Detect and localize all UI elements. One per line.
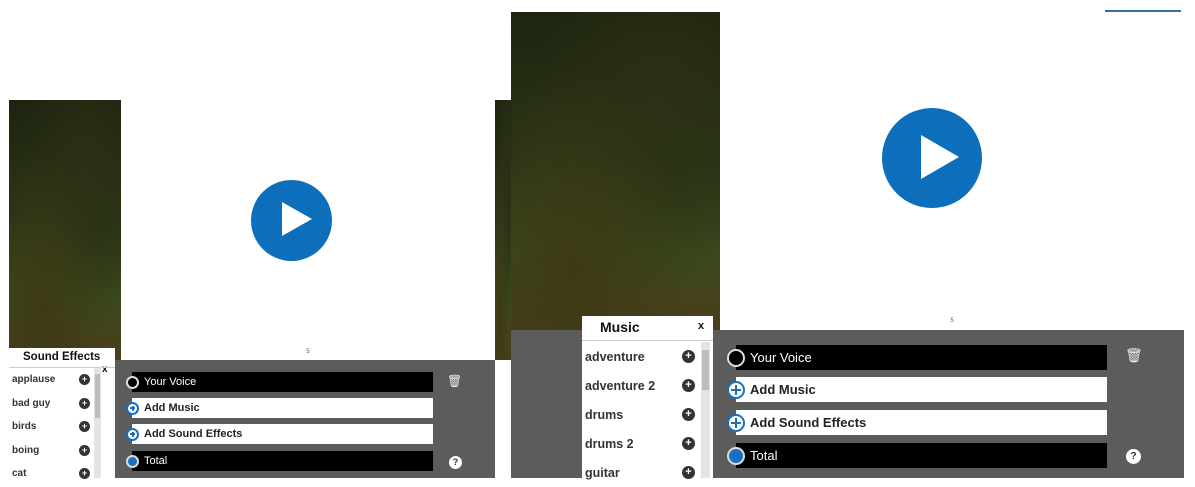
- left-add-sfx-plus-icon: [126, 427, 139, 441]
- sound-effects-list-item[interactable]: applause +: [9, 368, 115, 392]
- sound-effects-list-item[interactable]: birds +: [9, 415, 115, 439]
- left-total-dot-icon: [126, 454, 139, 468]
- right-track-your-voice[interactable]: Your Voice: [727, 345, 1107, 370]
- right-total-label: Total: [750, 448, 778, 463]
- music-add-plus-icon[interactable]: +: [682, 379, 695, 392]
- right-video-player[interactable]: 5: [720, 12, 1184, 330]
- right-add-sfx-label: Add Sound Effects: [750, 415, 867, 430]
- right-track-add-music[interactable]: Add Music: [727, 377, 1107, 402]
- sound-effects-item-label: applause: [12, 374, 56, 386]
- music-title: Music: [600, 319, 640, 335]
- sound-effects-add-plus-icon[interactable]: +: [79, 421, 90, 433]
- right-audio-mixer: Your Voice 🗑 Add Music Add Sound Effects…: [720, 330, 1184, 478]
- left-add-sfx-label: Add Sound Effects: [144, 428, 243, 440]
- sound-effects-list-item[interactable]: bad guy +: [9, 392, 115, 416]
- left-trash-icon[interactable]: 🗑: [447, 374, 462, 388]
- right-help-icon[interactable]: ?: [1126, 449, 1141, 464]
- music-list-item[interactable]: adventure 2 +: [582, 371, 713, 400]
- right-track-add-sfx[interactable]: Add Sound Effects: [727, 410, 1107, 435]
- right-trash-icon[interactable]: 🗑: [1125, 348, 1143, 364]
- music-item-label: adventure: [585, 349, 645, 364]
- left-play-button[interactable]: [251, 180, 332, 261]
- music-divider: [582, 340, 713, 341]
- music-item-label: adventure 2: [585, 378, 656, 393]
- right-add-music-label: Add Music: [750, 382, 816, 397]
- right-voice-label: Your Voice: [750, 350, 812, 365]
- sound-effects-panel: Sound Effects x applause + bad guy + birds + b…: [9, 348, 115, 480]
- left-help-icon[interactable]: ?: [449, 456, 462, 469]
- music-add-plus-icon[interactable]: +: [682, 466, 695, 479]
- music-close-icon[interactable]: x: [698, 320, 704, 332]
- left-voice-dot-icon: [126, 375, 139, 389]
- left-scene-background: [9, 100, 121, 360]
- sound-effects-add-plus-icon[interactable]: +: [79, 444, 90, 456]
- sound-effects-item-label: bad guy: [12, 397, 51, 409]
- left-track-add-sfx[interactable]: Add Sound Effects: [126, 424, 433, 444]
- music-add-plus-icon[interactable]: +: [682, 437, 695, 450]
- music-panel: Music x adventure + adventure 2 + drums + drum…: [582, 316, 713, 480]
- right-play-button[interactable]: [882, 108, 982, 208]
- right-add-sfx-plus-icon: [727, 413, 745, 432]
- left-video-player[interactable]: 5: [121, 100, 495, 360]
- right-scene-background: [511, 12, 720, 330]
- sound-effects-item-label: boing: [12, 444, 40, 456]
- sound-effects-add-plus-icon[interactable]: +: [79, 374, 90, 386]
- right-track-total[interactable]: Total: [727, 443, 1107, 468]
- sound-effects-item-label: birds: [12, 421, 37, 433]
- music-list-item[interactable]: guitar +: [582, 458, 713, 487]
- right-add-music-plus-icon: [727, 380, 745, 399]
- left-video-time: 5: [306, 348, 310, 355]
- left-track-total[interactable]: Total: [126, 451, 433, 471]
- music-item-label: drums: [585, 407, 624, 422]
- left-track-your-voice[interactable]: Your Voice: [126, 372, 433, 392]
- music-add-plus-icon[interactable]: +: [682, 408, 695, 421]
- left-audio-mixer: Your Voice 🗑 Add Music Add Sound Effects…: [121, 360, 495, 478]
- left-voice-label: Your Voice: [144, 376, 197, 388]
- sound-effects-add-plus-icon[interactable]: +: [79, 397, 90, 409]
- music-item-label: guitar: [585, 465, 620, 480]
- right-voice-dot-icon: [727, 348, 745, 367]
- sound-effects-list-item[interactable]: boing +: [9, 439, 115, 463]
- sound-effects-title: Sound Effects: [23, 351, 101, 363]
- right-video-time: 5: [950, 317, 954, 324]
- left-scene-edge: [495, 100, 512, 360]
- left-track-add-music[interactable]: Add Music: [126, 398, 433, 418]
- music-item-label: drums 2: [585, 436, 634, 451]
- music-add-plus-icon[interactable]: +: [682, 350, 695, 363]
- left-add-music-plus-icon: [126, 401, 139, 415]
- left-add-music-label: Add Music: [144, 402, 200, 414]
- music-list-item[interactable]: adventure +: [582, 342, 713, 371]
- right-total-dot-icon: [727, 446, 745, 465]
- left-total-label: Total: [144, 455, 168, 467]
- music-list-item[interactable]: drums 2 +: [582, 429, 713, 458]
- sound-effects-list-item[interactable]: cat +: [9, 462, 115, 486]
- music-list-item[interactable]: drums +: [582, 400, 713, 429]
